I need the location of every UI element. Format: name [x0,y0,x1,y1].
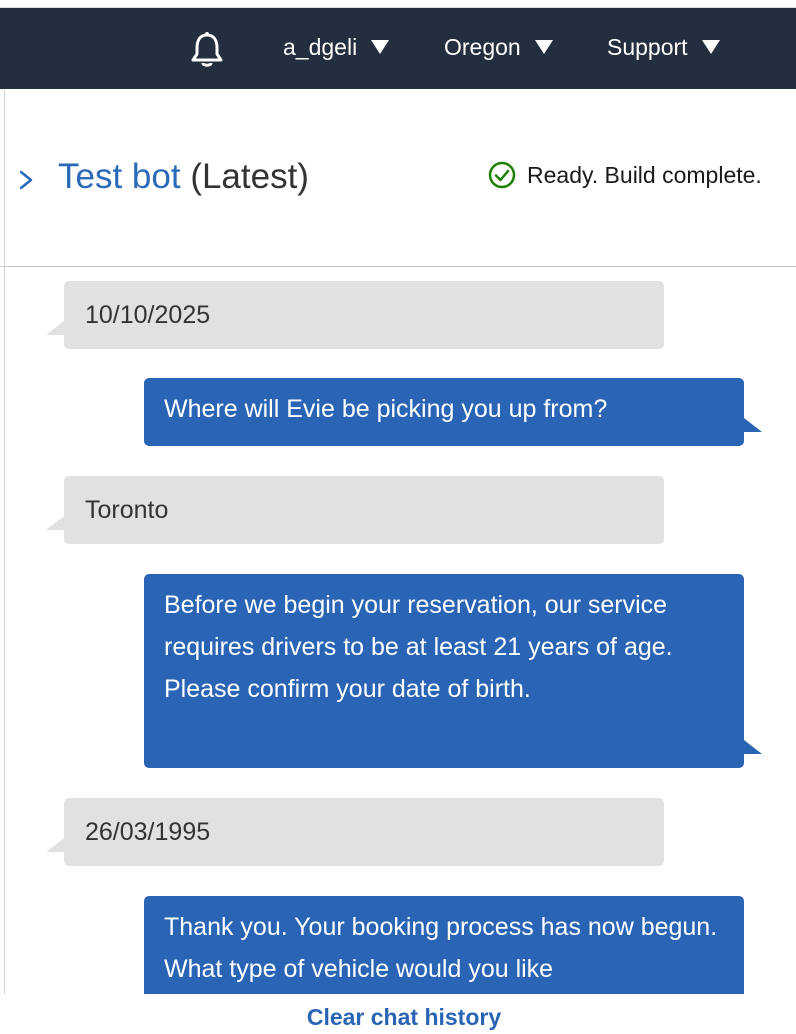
check-circle-icon [488,161,516,189]
caret-down-icon [371,40,390,54]
panel-title: Test bot (Latest) [58,157,309,197]
test-bot-link[interactable]: Test bot [58,157,181,196]
message-text: Toronto [85,496,169,524]
message-text: 26/03/1995 [85,818,211,846]
region-menu[interactable]: Oregon [444,32,553,62]
user-message: Toronto [46,476,664,544]
bot-message: Thank you. Your booking process has now … [144,896,744,994]
bot-message: Where will Evie be picking you up from? [144,378,762,446]
support-label: Support [607,33,688,60]
caret-down-icon [534,40,553,54]
account-name: a_dgeli [283,33,358,60]
build-status: Ready. Build complete. [487,160,762,190]
message-text: Where will Evie be picking you up from? [164,395,608,423]
clear-chat-history-link[interactable]: Clear chat history [0,1004,796,1031]
support-menu[interactable]: Support [607,32,720,62]
bot-message: Before we begin your reservation, our se… [144,574,762,768]
user-message: 26/03/1995 [46,798,664,866]
chevron-right-icon[interactable] [16,168,36,192]
region-name: Oregon [444,33,521,60]
version-label: (Latest) [190,157,309,196]
message-text: Thank you. Your booking process has now … [164,913,718,983]
message-text: 10/10/2025 [85,301,211,329]
user-message: 10/10/2025 [46,281,664,349]
bell-icon[interactable] [188,30,226,70]
caret-down-icon [701,40,720,54]
account-menu[interactable]: a_dgeli [283,32,390,62]
chat-history[interactable]: 10/10/2025 Where will Evie be picking yo… [0,270,796,994]
build-status-text: Ready. Build complete. [527,161,762,188]
message-text: Before we begin your reservation, our se… [164,591,673,703]
